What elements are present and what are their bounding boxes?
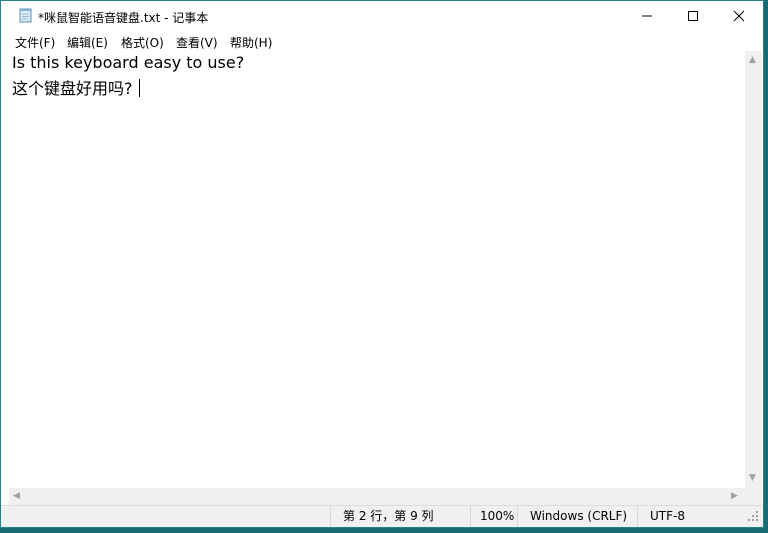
editor-line-1: Is this keyboard easy to use? (12, 53, 244, 72)
maximize-button[interactable] (670, 1, 716, 31)
editor-line-2-text: 这个键盘好用吗? (12, 79, 133, 98)
editor-line-1-text: Is this keyboard easy to use? (12, 53, 245, 72)
minimize-button[interactable] (624, 1, 670, 31)
close-button[interactable] (716, 1, 762, 31)
menu-help[interactable]: 帮助(H) (230, 34, 272, 51)
minimize-icon (642, 15, 652, 17)
scroll-right-icon[interactable]: ▶ (731, 492, 738, 501)
horizontal-scrollbar[interactable]: ◀ ▶ (9, 488, 745, 505)
scroll-down-icon[interactable]: ▼ (749, 474, 756, 483)
notepad-window: *咪鼠智能语音键盘.txt - 记事本 文件(F) 编辑(E) 格式(O) 查看… (0, 0, 764, 528)
resize-grip-icon[interactable] (747, 510, 759, 522)
window-title: *咪鼠智能语音键盘.txt - 记事本 (38, 11, 209, 25)
status-line-ending: Windows (CRLF) (517, 506, 637, 527)
menu-format[interactable]: 格式(O) (121, 34, 164, 51)
menu-file[interactable]: 文件(F) (15, 34, 55, 51)
menu-view[interactable]: 查看(V) (176, 34, 218, 51)
status-encoding: UTF-8 (637, 506, 747, 527)
title-bar[interactable]: *咪鼠智能语音键盘.txt - 记事本 (1, 1, 763, 31)
menu-edit[interactable]: 编辑(E) (67, 34, 108, 51)
menu-bar: 文件(F) 编辑(E) 格式(O) 查看(V) 帮助(H) (1, 31, 763, 51)
status-bar: 第 2 行，第 9 列 100% Windows (CRLF) UTF-8 (1, 505, 763, 527)
scroll-left-icon[interactable]: ◀ (13, 492, 20, 501)
text-caret (138, 79, 140, 97)
maximize-icon (688, 11, 698, 21)
status-cursor-position: 第 2 行，第 9 列 (330, 506, 470, 527)
close-icon (733, 10, 745, 22)
text-editor[interactable]: Is this keyboard easy to use? 这个键盘好用吗? (9, 51, 745, 488)
scroll-corner (745, 488, 762, 505)
editor-margin (1, 51, 9, 505)
editor-line-2: 这个键盘好用吗? (12, 75, 140, 99)
status-zoom: 100% (470, 506, 517, 527)
scroll-up-icon[interactable]: ▲ (749, 56, 756, 65)
vertical-scrollbar[interactable]: ▲ ▼ (745, 51, 762, 488)
notepad-icon (19, 8, 32, 23)
